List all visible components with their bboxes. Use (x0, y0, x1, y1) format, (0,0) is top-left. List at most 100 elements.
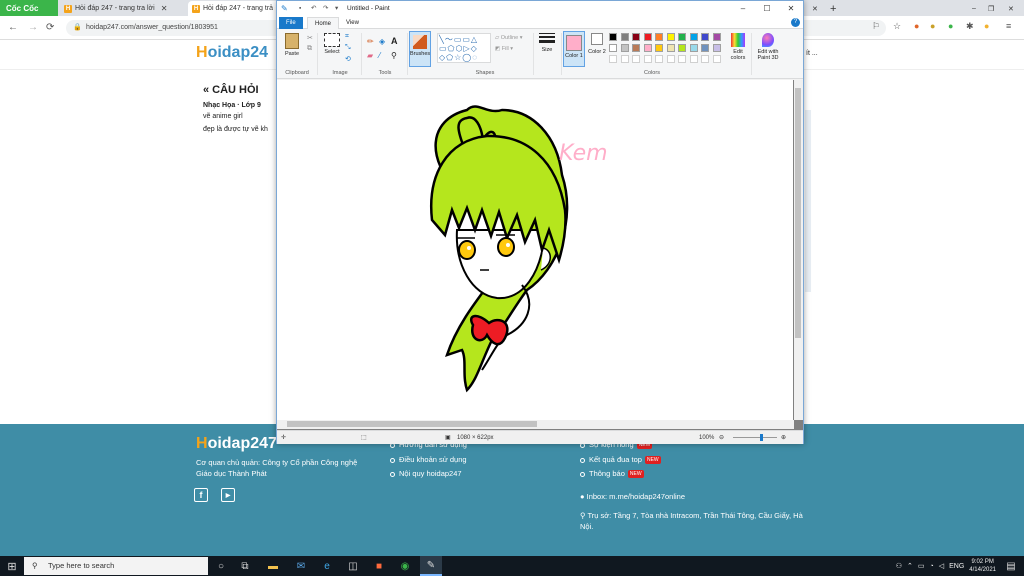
windows-start-icon[interactable]: ⊞ (5, 559, 19, 573)
reload-icon[interactable]: ⟳ (46, 22, 54, 33)
people-icon[interactable]: ⚇ (896, 562, 902, 570)
menu-icon[interactable]: ≡ (1006, 21, 1011, 31)
browser-logo[interactable]: Cốc Cốc (0, 0, 58, 16)
palette-swatch-empty[interactable] (620, 55, 629, 63)
palette-swatch[interactable] (632, 33, 640, 41)
language-indicator[interactable]: ENG (949, 563, 964, 570)
redo-icon[interactable]: ↷ (323, 1, 328, 17)
tab-home[interactable]: Home (307, 17, 340, 29)
paint-title-bar[interactable]: ✎ ▪ ↶ ↷ ▾ Untitled - Paint – ☐ ✕ (277, 1, 803, 17)
palette-swatch[interactable] (689, 33, 698, 41)
vertical-scrollbar[interactable] (794, 80, 803, 420)
crop-icon[interactable]: ⌗ (345, 33, 349, 41)
footer-link[interactable]: Kết quả đua top NEW (580, 455, 661, 465)
palette-swatch[interactable] (655, 33, 663, 41)
translate-icon[interactable]: ⚐ (872, 21, 880, 32)
file-explorer-icon[interactable]: ▬ (266, 559, 280, 573)
drawing-canvas[interactable]: Kem (277, 80, 793, 420)
horizontal-scrollbar[interactable] (277, 420, 794, 429)
palette-swatch[interactable] (609, 33, 617, 41)
color-picker-icon[interactable]: ⁄ (379, 51, 380, 60)
question-meta[interactable]: Nhạc Họa · Lớp 9 (203, 102, 283, 109)
palette-swatch[interactable] (666, 33, 675, 41)
pencil-icon[interactable]: ✏ (367, 37, 374, 46)
palette-swatch[interactable] (620, 33, 629, 41)
palette-swatch[interactable] (689, 44, 698, 52)
close-window-button[interactable]: ✕ (1004, 1, 1020, 16)
resize-icon[interactable]: ⤡ (345, 44, 351, 52)
fill-bucket-icon[interactable]: ◈ (379, 37, 385, 46)
volume-icon[interactable]: ◁ (939, 562, 944, 570)
paint-window[interactable]: ✎ ▪ ↶ ↷ ▾ Untitled - Paint – ☐ ✕ File Ho… (276, 0, 804, 444)
zoom-in-icon[interactable]: ⊕ (781, 431, 786, 445)
notifications-icon[interactable]: ▤ (1004, 559, 1018, 573)
palette-swatch[interactable] (666, 44, 675, 52)
cut-icon[interactable]: ✂ (307, 34, 313, 42)
outline-dropdown[interactable]: ▱ Outline ▾ (495, 35, 523, 41)
shapes-gallery[interactable]: ╲〜▭▭△ ▭⬠⬡▷◇ ◇⬠☆◯◌ (437, 33, 491, 63)
footer-link[interactable]: Thông báo NEW (580, 469, 644, 479)
palette-swatch-empty[interactable] (678, 55, 686, 63)
palette-swatch[interactable] (643, 33, 652, 41)
customize-quick-access-icon[interactable]: ▾ (335, 1, 338, 17)
avatar-icon[interactable]: ● (984, 21, 989, 31)
footer-logo[interactable]: Hoidap247 (196, 435, 277, 453)
chevron-up-icon[interactable]: ⌃ (907, 562, 913, 570)
copy-icon[interactable]: ⧉ (307, 45, 312, 53)
palette-swatch-empty[interactable] (655, 55, 663, 63)
palette-swatch[interactable] (643, 44, 652, 52)
rotate-icon[interactable]: ⟲ (345, 55, 351, 63)
minimize-button[interactable]: – (731, 1, 755, 17)
extension-icon[interactable]: ● (948, 21, 953, 31)
palette-swatch-empty[interactable] (666, 55, 675, 63)
palette-swatch[interactable] (712, 33, 721, 41)
save-icon[interactable]: ▪ (299, 1, 301, 17)
color2-button[interactable]: Color 2 (587, 33, 607, 55)
coccoc-icon[interactable]: ◉ (398, 559, 412, 573)
color1-button[interactable]: Color 1 (563, 31, 585, 67)
size-button[interactable]: Size (537, 33, 557, 53)
extension-icon[interactable]: ● (930, 21, 935, 31)
footer-link[interactable]: Điều khoản sử dụng (390, 455, 467, 464)
palette-swatch[interactable] (678, 44, 686, 52)
back-arrow-icon[interactable]: ← (8, 22, 18, 33)
palette-swatch[interactable] (655, 44, 663, 52)
undo-icon[interactable]: ↶ (311, 1, 316, 17)
bookmark-star-icon[interactable]: ☆ (893, 21, 901, 32)
tab-view[interactable]: View (339, 17, 366, 29)
forward-arrow-icon[interactable]: → (28, 22, 38, 33)
footer-inbox[interactable]: ● Inbox: m.me/hoidap247online (580, 492, 685, 501)
footer-link[interactable]: Nội quy hoidap247 (390, 469, 462, 478)
zoom-slider-thumb[interactable] (759, 434, 763, 441)
mail-icon[interactable]: ✉ (294, 559, 308, 573)
eraser-icon[interactable]: ▰ (367, 51, 373, 60)
extension-icon[interactable]: ● (914, 21, 919, 31)
task-view-icon[interactable]: ⧉ (238, 559, 252, 573)
palette-swatch[interactable] (678, 33, 686, 41)
maximize-button[interactable]: ☐ (755, 1, 779, 17)
palette-swatch[interactable] (620, 44, 629, 52)
maximize-button[interactable]: ❐ (984, 1, 998, 16)
palette-swatch[interactable] (701, 44, 709, 52)
close-tab-icon[interactable]: ✕ (161, 4, 168, 13)
new-tab-button[interactable]: + (826, 1, 842, 16)
cortana-icon[interactable]: ○ (214, 559, 228, 573)
palette-swatch[interactable] (701, 33, 709, 41)
palette-swatch-empty[interactable] (701, 55, 709, 63)
site-logo[interactable]: Hoidap24 (196, 44, 268, 62)
palette-swatch-empty[interactable] (609, 55, 617, 63)
palette-swatch-empty[interactable] (689, 55, 698, 63)
close-button[interactable]: ✕ (779, 1, 803, 17)
edit-colors-button[interactable]: Edit colors (727, 33, 749, 61)
paste-button[interactable]: Paste (281, 33, 303, 57)
office-icon[interactable]: ■ (372, 559, 386, 573)
store-icon[interactable]: ◫ (346, 559, 360, 573)
facebook-icon[interactable]: f (194, 488, 208, 502)
horizontal-scroll-thumb[interactable] (287, 421, 537, 427)
youtube-icon[interactable]: ▶ (221, 488, 235, 502)
palette-swatch-empty[interactable] (643, 55, 652, 63)
palette-swatch-empty[interactable] (632, 55, 640, 63)
palette-swatch-empty[interactable] (712, 55, 721, 63)
edge-icon[interactable]: e (320, 559, 334, 573)
magnifier-icon[interactable]: ⚲ (391, 51, 397, 60)
